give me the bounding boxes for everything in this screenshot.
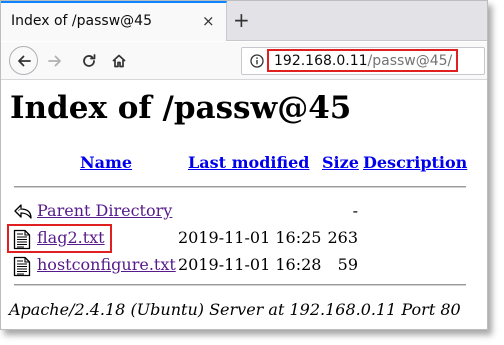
column-header-last-modified[interactable]: Last modified (188, 153, 309, 172)
url-text-highlight[interactable]: 192.168.0.11/passw@45/ (267, 49, 459, 72)
column-header-name[interactable]: Name (80, 153, 132, 172)
forward-arrow-icon (48, 55, 61, 67)
file-modified: 2019-11-01 16:28 (178, 255, 322, 274)
listing-row: Parent Directory - (1, 200, 487, 224)
home-button[interactable] (107, 49, 131, 73)
tab-strip: Index of /passw@45 × + (1, 1, 487, 41)
divider (14, 186, 466, 188)
column-header-size[interactable]: Size (322, 153, 359, 172)
file-link-hostconfigure[interactable]: hostconfigure.txt (37, 255, 176, 274)
file-size: 59 (337, 255, 358, 274)
text-file-icon (13, 256, 31, 281)
browser-window: Index of /passw@45 × + 192.168.0.11/pass… (0, 0, 488, 330)
info-icon[interactable] (250, 54, 264, 68)
divider (14, 284, 466, 286)
navigation-toolbar: 192.168.0.11/passw@45/ (1, 42, 487, 80)
tab-close-icon[interactable]: × (202, 12, 215, 30)
file-modified: 2019-11-01 16:25 (178, 228, 322, 247)
file-size: 263 (327, 228, 358, 247)
home-icon (112, 54, 126, 68)
listing-row: hostconfigure.txt 2019-11-01 16:28 59 (1, 254, 487, 278)
url-host: 192.168.0.11 (274, 53, 368, 69)
url-bar[interactable]: 192.168.0.11/passw@45/ (241, 47, 485, 75)
flag-highlight-box (7, 224, 112, 253)
back-button[interactable] (9, 46, 38, 75)
page-title: Index of /passw@45 (10, 90, 352, 126)
server-signature: Apache/2.4.18 (Ubuntu) Server at 192.168… (9, 300, 461, 319)
new-tab-icon[interactable]: + (233, 8, 250, 32)
back-arrow-icon (13, 202, 33, 226)
browser-tab[interactable]: Index of /passw@45 × (1, 1, 227, 41)
file-size: - (352, 201, 358, 220)
reload-button[interactable] (77, 49, 101, 73)
url-path: /passw@45/ (367, 53, 453, 69)
page-content: Index of /passw@45 Name Last modified Si… (1, 81, 487, 329)
column-header-description[interactable]: Description (363, 153, 467, 172)
tab-title: Index of /passw@45 (11, 13, 152, 29)
forward-button[interactable] (43, 49, 67, 73)
reload-icon (83, 54, 96, 67)
back-arrow-icon (17, 55, 31, 66)
parent-directory-link[interactable]: Parent Directory (37, 201, 172, 220)
